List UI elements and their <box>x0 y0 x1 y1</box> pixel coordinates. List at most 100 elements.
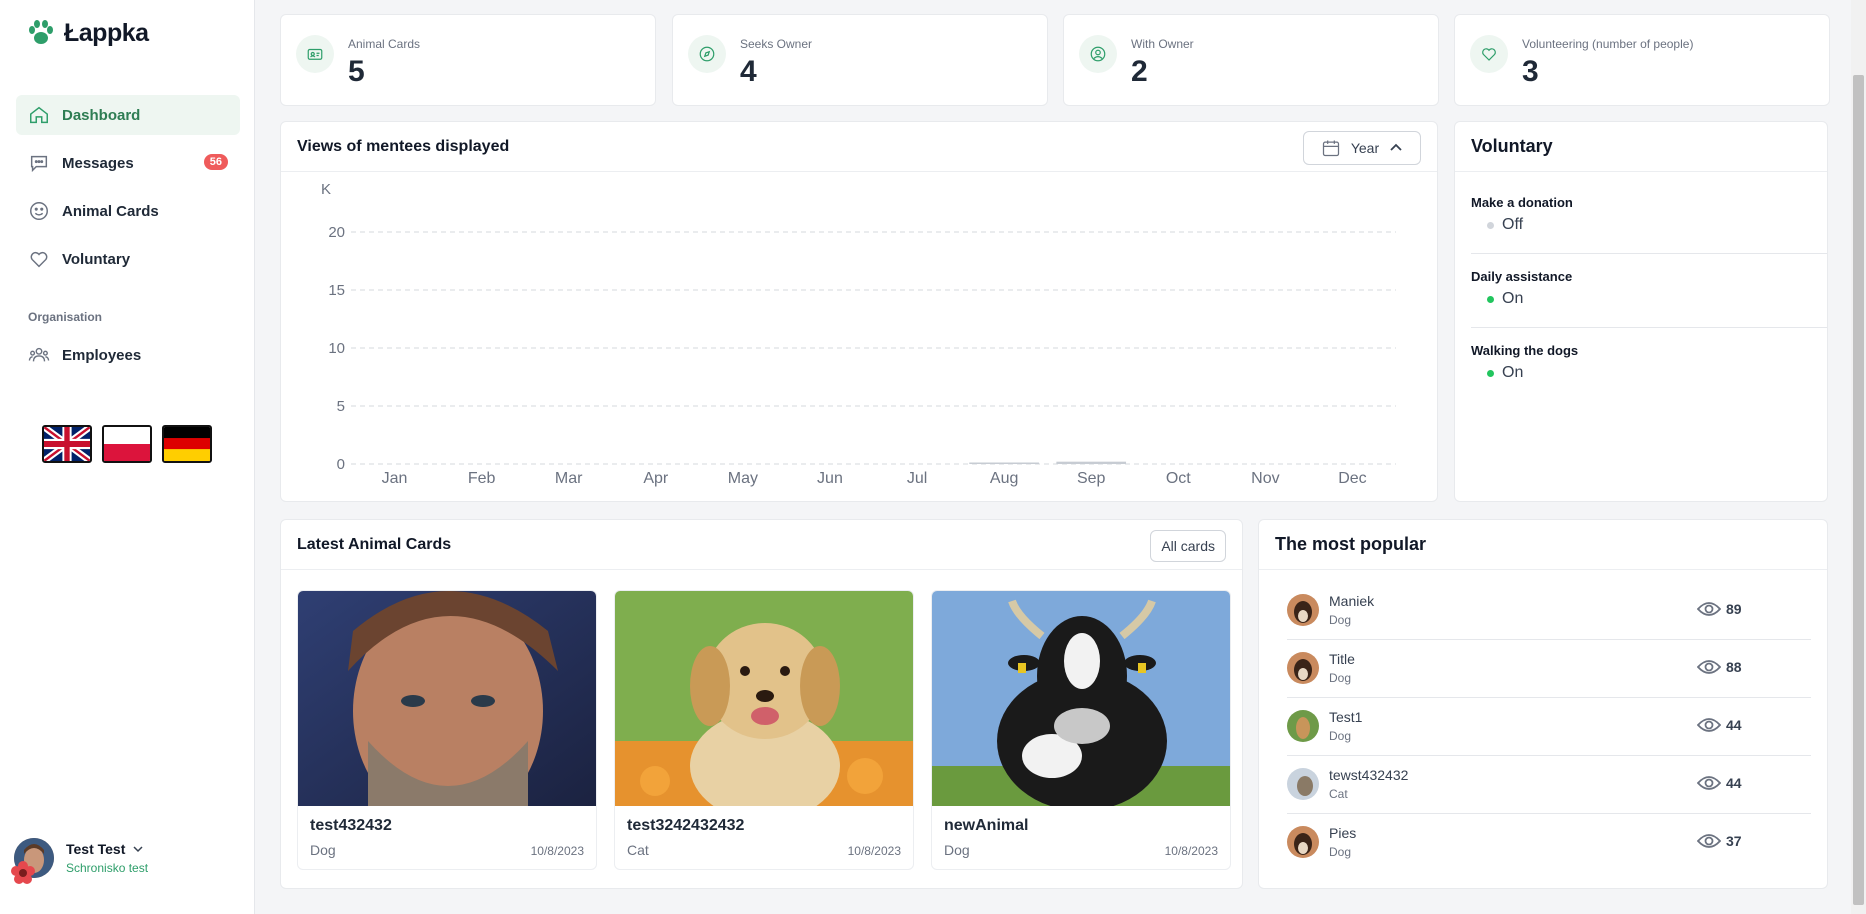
de-flag-icon[interactable] <box>162 425 212 463</box>
voluntary-item-walking-dogs[interactable]: Walking the dogs On <box>1471 343 1827 382</box>
voluntary-item-title: Walking the dogs <box>1471 343 1579 358</box>
views-chart-card: Views of mentees displayed Year K 0 5 10 15… <box>280 121 1438 502</box>
avatar <box>11 838 54 884</box>
y-tick-label: 10 <box>328 340 345 357</box>
popular-item[interactable]: Title Dog 88 <box>1287 640 1811 698</box>
sidebar-item-animal-cards[interactable]: Animal Cards <box>16 191 240 231</box>
view-count-value: 44 <box>1726 775 1742 791</box>
user-menu[interactable]: Test Test Schronisko test <box>11 838 149 884</box>
animal-name: Title <box>1329 651 1355 667</box>
all-cards-button[interactable]: All cards <box>1150 530 1226 562</box>
period-select[interactable]: Year <box>1303 131 1421 165</box>
compass-icon <box>688 35 726 73</box>
status-text: On <box>1502 364 1524 381</box>
animal-name: Maniek <box>1329 593 1375 609</box>
voluntary-title: Voluntary <box>1471 136 1553 156</box>
voluntary-item-title: Daily assistance <box>1471 269 1573 284</box>
card-header: Latest Animal Cards All cards <box>281 520 1242 570</box>
view-count: 89 <box>1697 600 1742 618</box>
eye-icon <box>1697 834 1721 848</box>
animal-name: test3242432432 <box>627 817 745 834</box>
views-chart: K 0 5 10 15 20 Jan Feb Mar Apr May Jun Jul Aug Sep Oc… <box>321 181 1396 487</box>
animal-card[interactable]: test3242432432 Cat 10/8/2023 <box>614 590 914 870</box>
x-tick-label: Feb <box>468 470 496 487</box>
logo[interactable]: Łappka <box>26 18 149 48</box>
stat-value: 3 <box>1522 55 1539 88</box>
sidebar-item-label: Animal Cards <box>62 202 159 220</box>
x-tick-label: Oct <box>1166 470 1191 487</box>
animal-card[interactable]: newAnimal Dog 10/8/2023 <box>931 590 1231 870</box>
voluntary-item-daily-assistance[interactable]: Daily assistance On <box>1471 269 1827 308</box>
sidebar-item-label: Messages <box>62 154 134 172</box>
pl-flag-icon[interactable] <box>102 425 152 463</box>
popular-item[interactable]: Test1 Dog 44 <box>1287 698 1811 756</box>
sidebar-item-messages[interactable]: Messages 56 <box>16 143 240 183</box>
animal-type: Cat <box>1329 787 1348 801</box>
animal-avatar <box>1287 768 1319 800</box>
eye-icon <box>1697 660 1721 674</box>
x-tick-label: May <box>728 470 758 487</box>
heart-icon <box>1470 35 1508 73</box>
x-tick-label: Nov <box>1251 470 1279 487</box>
y-tick-label: 5 <box>337 398 345 415</box>
chart-bar-aug[interactable] <box>969 462 1039 465</box>
view-count: 44 <box>1697 774 1742 792</box>
view-count-value: 44 <box>1726 717 1742 733</box>
status-dot <box>1487 369 1494 377</box>
user-name-row: Test Test <box>66 841 148 857</box>
id-card-icon <box>296 35 334 73</box>
y-tick-label: 0 <box>337 456 345 473</box>
user-circle-icon <box>1079 35 1117 73</box>
popular-item[interactable]: tewst432432 Cat 44 <box>1287 756 1811 814</box>
stat-label: Volunteering (number of people) <box>1522 37 1694 51</box>
chart-unit-label: K <box>321 181 331 198</box>
flower-badge-icon <box>11 861 35 884</box>
view-count-value: 88 <box>1726 659 1742 675</box>
popular-item[interactable]: Pies Dog 37 <box>1287 814 1811 872</box>
sidebar-item-employees[interactable]: Employees <box>16 335 240 375</box>
main-nav: Dashboard Messages 56 Animal Cards Volun… <box>16 95 240 287</box>
section-label-organisation: Organisation <box>28 310 103 324</box>
heart-icon <box>30 251 48 268</box>
uk-flag-icon[interactable] <box>42 425 92 463</box>
stat-card-with-owner: With Owner 2 <box>1063 14 1439 106</box>
status-dot <box>1487 221 1494 229</box>
sidebar-item-voluntary[interactable]: Voluntary <box>16 239 240 279</box>
animal-card[interactable]: test432432 Dog 10/8/2023 <box>297 590 597 870</box>
voluntary-item-donation[interactable]: Make a donation Off <box>1471 195 1827 234</box>
animal-name: test432432 <box>310 817 392 834</box>
animal-avatar <box>1287 652 1319 684</box>
eye-icon <box>1697 776 1721 790</box>
sidebar-item-label: Dashboard <box>62 106 141 124</box>
users-icon <box>28 347 50 362</box>
popular-item[interactable]: Maniek Dog 89 <box>1287 582 1811 640</box>
status-text: Off <box>1502 216 1524 233</box>
chat-icon <box>30 155 48 173</box>
stat-card-seeks-owner: Seeks Owner 4 <box>672 14 1048 106</box>
animal-name: newAnimal <box>944 817 1029 834</box>
calendar-icon <box>1322 140 1339 157</box>
stat-label: With Owner <box>1131 37 1194 51</box>
page-scrollbar[interactable] <box>1851 0 1866 914</box>
smile-icon <box>30 202 48 220</box>
scrollbar-thumb[interactable] <box>1853 75 1864 905</box>
x-tick-label: Aug <box>990 470 1018 487</box>
chevron-up-icon <box>1390 143 1402 151</box>
stat-label: Animal Cards <box>348 37 421 51</box>
chart-bar-sep[interactable] <box>1056 461 1127 464</box>
divider <box>1471 327 1827 328</box>
stat-value: 5 <box>348 55 365 88</box>
sidebar-item-dashboard[interactable]: Dashboard <box>16 95 240 135</box>
x-tick-label: Jul <box>907 470 927 487</box>
animal-type: Cat <box>627 842 649 858</box>
animal-type: Dog <box>1329 613 1352 627</box>
latest-title: Latest Animal Cards <box>297 536 452 553</box>
x-tick-label: Sep <box>1077 470 1106 487</box>
eye-icon <box>1697 602 1721 616</box>
voluntary-item-title: Make a donation <box>1471 195 1573 210</box>
card-header: Views of mentees displayed Year <box>281 122 1437 172</box>
status-text: On <box>1502 290 1524 307</box>
view-count: 44 <box>1697 716 1742 734</box>
user-organisation: Schronisko test <box>66 861 149 875</box>
sidebar-item-label: Voluntary <box>62 250 131 268</box>
